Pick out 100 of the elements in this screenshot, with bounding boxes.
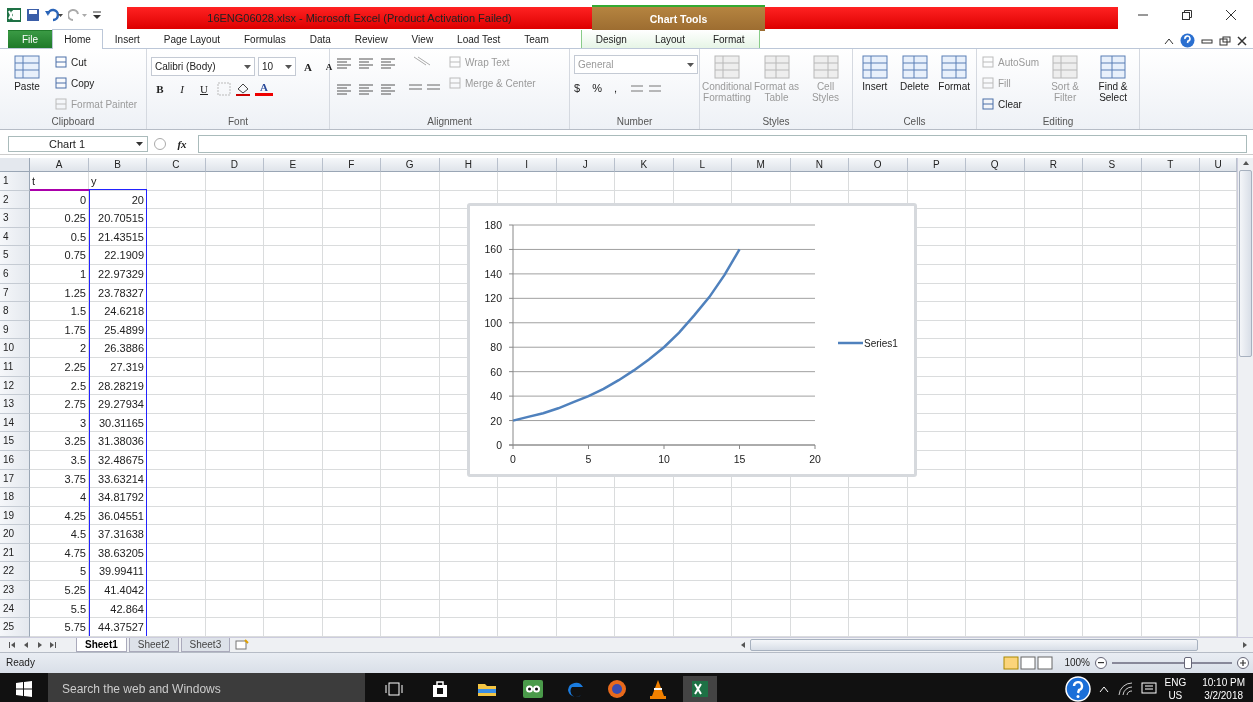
row-header[interactable]: 25: [0, 618, 30, 637]
row-header[interactable]: 15: [0, 432, 30, 451]
ribbon-tab[interactable]: Home: [52, 29, 103, 49]
chart-tools-tab[interactable]: Format: [698, 30, 759, 48]
column-header[interactable]: P: [907, 158, 966, 172]
table-cell: 1.75: [30, 320, 89, 340]
axis-label: 160: [484, 243, 502, 256]
table-cell: 21.43515: [89, 227, 147, 247]
axis-label: 0: [510, 453, 516, 465]
column-header[interactable]: A: [30, 158, 89, 172]
column-header[interactable]: K: [615, 158, 674, 172]
ribbon-button[interactable]: Find & Select: [1091, 51, 1135, 116]
column-header[interactable]: S: [1083, 158, 1142, 172]
ribbon-button[interactable]: Paste: [4, 51, 50, 116]
insert-function-button[interactable]: fx: [172, 138, 192, 150]
column-header[interactable]: R: [1024, 158, 1083, 172]
language-indicator[interactable]: ENG: [1164, 675, 1187, 689]
table-cell: 1.25: [30, 283, 89, 303]
clock-date[interactable]: 3/2/2018: [1204, 688, 1244, 702]
table-cell: 24.6218: [89, 302, 147, 321]
column-header[interactable]: O: [849, 158, 908, 172]
chart-area[interactable]: 0 20 40 60 80 100 120 140 160 180 0 5 10 15 20 Series1: [467, 203, 917, 477]
search-field[interactable]: Search the web and Windows: [48, 672, 365, 702]
ribbon-tab[interactable]: File: [8, 30, 53, 48]
table-cell: 4: [30, 488, 89, 507]
row-header[interactable]: 20: [0, 525, 30, 544]
column-header[interactable]: M: [732, 158, 791, 172]
table-cell: 4.5: [30, 525, 89, 544]
ribbon-tab[interactable]: Insert: [102, 30, 152, 48]
ribbon-tab[interactable]: Review: [342, 30, 400, 48]
ribbon-tab[interactable]: Formulas: [232, 30, 298, 48]
column-header[interactable]: F: [322, 158, 381, 172]
font-size-dropdown[interactable]: 10: [258, 57, 296, 76]
row-header[interactable]: 13: [0, 395, 30, 414]
ribbon-group-label: Font: [227, 116, 249, 129]
ribbon-tab[interactable]: Page Layout: [151, 30, 232, 48]
table-cell: 22.1909: [89, 246, 147, 265]
font-style-button[interactable]: U: [195, 83, 213, 95]
table-cell: 5.75: [30, 618, 89, 637]
ribbon-tab[interactable]: Data: [297, 30, 343, 48]
table-cell: 2: [30, 339, 89, 358]
column-header[interactable]: G: [381, 158, 440, 172]
row-header[interactable]: 23: [0, 581, 30, 600]
chart-tools-tab[interactable]: Layout: [640, 30, 699, 48]
row-header[interactable]: 5: [0, 246, 30, 265]
ribbon-group-label: Cells: [902, 116, 927, 129]
table-cell: 5.25: [30, 581, 89, 600]
column-header[interactable]: C: [147, 158, 206, 172]
row-header[interactable]: 3: [0, 209, 30, 228]
ribbon-button[interactable]: Copy: [54, 74, 138, 92]
ribbon-button[interactable]: Cut: [54, 53, 138, 71]
column-header[interactable]: B: [89, 158, 147, 172]
font-style-button[interactable]: B: [151, 83, 169, 95]
row-header[interactable]: 1: [0, 172, 30, 191]
row-header[interactable]: 18: [0, 488, 30, 507]
ribbon-group-label: Editing: [1041, 116, 1075, 129]
axis-label: 180: [484, 219, 502, 231]
column-header[interactable]: U: [1200, 158, 1237, 172]
clock-time[interactable]: 10:10 PM: [1202, 675, 1245, 689]
column-header[interactable]: J: [556, 158, 615, 172]
ribbon-tab[interactable]: View: [399, 30, 446, 48]
legend-label: Series1: [864, 338, 898, 349]
ribbon-button[interactable]: Clear: [981, 95, 1040, 113]
column-header[interactable]: H: [439, 158, 498, 172]
table-cell: 20.70515: [89, 209, 147, 228]
ribbon-button[interactable]: Insert: [857, 51, 893, 116]
column-header[interactable]: E: [264, 158, 323, 172]
table-cell: 3.5: [30, 450, 89, 470]
column-header[interactable]: I: [498, 158, 557, 172]
ribbon-tab[interactable]: Team: [512, 30, 561, 48]
font-color-button[interactable]: A: [255, 82, 273, 96]
chart-tools-tab[interactable]: Design: [581, 30, 641, 48]
sheet-tab[interactable]: Sheet3: [180, 637, 231, 652]
column-header[interactable]: D: [205, 158, 264, 172]
name-box[interactable]: Chart 1: [8, 136, 148, 152]
font-name-dropdown[interactable]: Calibri (Body): [151, 57, 255, 76]
row-header[interactable]: 22: [0, 562, 30, 582]
row-header[interactable]: 8: [0, 302, 30, 321]
region-indicator[interactable]: US: [1168, 688, 1183, 702]
table-cell: y: [89, 172, 147, 191]
axis-label: 0: [496, 439, 502, 451]
grow-font-button[interactable]: A: [299, 60, 317, 73]
ribbon-tab[interactable]: Load Test: [445, 30, 513, 48]
sheet-tab[interactable]: Sheet1: [76, 637, 127, 652]
table-cell: 0.75: [30, 246, 89, 265]
table-cell: 37.31638: [89, 525, 147, 544]
column-header[interactable]: T: [1141, 158, 1200, 172]
row-header[interactable]: 10: [0, 339, 30, 358]
ribbon-button[interactable]: Format: [936, 51, 972, 116]
zoom-level[interactable]: 100%: [1064, 657, 1090, 669]
table-cell: 22.97329: [89, 264, 147, 284]
font-style-button[interactable]: I: [173, 83, 191, 95]
column-header[interactable]: N: [790, 158, 849, 172]
table-cell: 42.864: [89, 599, 147, 619]
axis-label: 100: [484, 316, 502, 329]
sheet-tab[interactable]: Sheet2: [128, 637, 179, 652]
column-header[interactable]: Q: [966, 158, 1025, 172]
column-header[interactable]: L: [673, 158, 732, 172]
ribbon-button[interactable]: Delete: [896, 51, 933, 116]
shrink-font-button[interactable]: A: [320, 61, 338, 72]
